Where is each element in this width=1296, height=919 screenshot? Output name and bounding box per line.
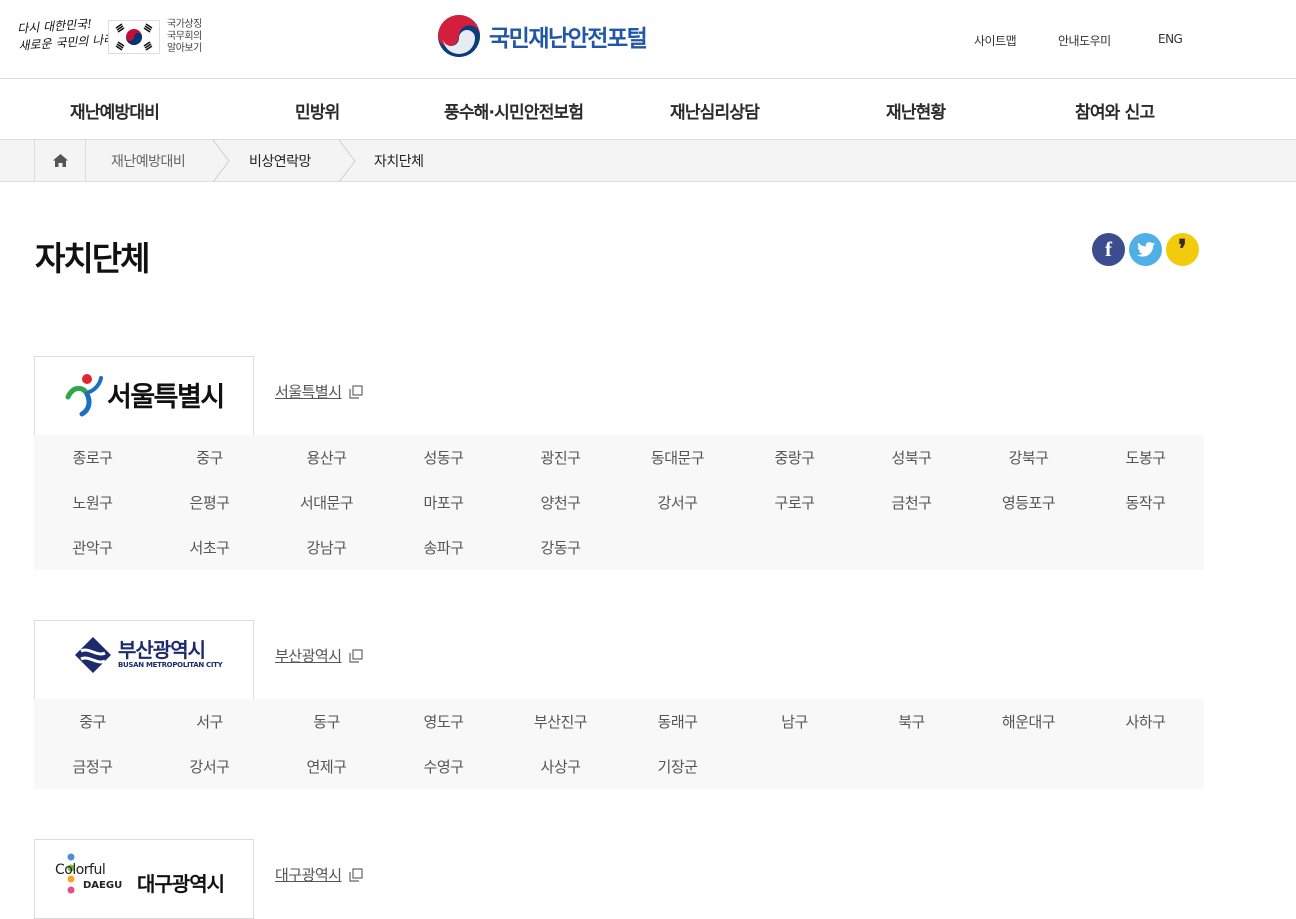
district-link[interactable]: 서구 xyxy=(151,711,268,732)
district-link[interactable]: 북구 xyxy=(853,711,970,732)
district-link[interactable]: 관악구 xyxy=(34,537,151,558)
new-window-icon xyxy=(348,384,363,399)
district-link[interactable]: 용산구 xyxy=(268,447,385,468)
district-link[interactable]: 동작구 xyxy=(1087,492,1204,513)
district-link[interactable]: 기장군 xyxy=(619,756,736,777)
kakao-share-button[interactable]: ❜ xyxy=(1166,233,1199,266)
district-link[interactable]: 중구 xyxy=(151,447,268,468)
chevron-right-icon xyxy=(338,140,356,182)
new-window-icon xyxy=(348,867,363,882)
district-link[interactable]: 사하구 xyxy=(1087,711,1204,732)
district-link[interactable]: 영등포구 xyxy=(970,492,1087,513)
government-emblem-icon xyxy=(438,14,480,57)
busan-symbol-icon xyxy=(75,637,111,673)
busan-logo: 부산광역시 BUSAN METROPOLITAN CITY xyxy=(34,620,254,700)
district-link[interactable]: 강서구 xyxy=(619,492,736,513)
seoul-logo-text: 서울특별시 xyxy=(107,382,225,413)
region-busan: 부산광역시 BUSAN METROPOLITAN CITY 부산광역시 xyxy=(34,620,1204,700)
gnb-civil-defense[interactable]: 민방위 xyxy=(295,98,340,123)
busan-link[interactable]: 부산광역시 xyxy=(275,645,363,666)
district-link[interactable]: 성동구 xyxy=(385,447,502,468)
district-link[interactable]: 강서구 xyxy=(151,756,268,777)
busan-link-label: 부산광역시 xyxy=(275,647,342,665)
seoul-symbol-icon xyxy=(65,374,103,417)
new-window-icon xyxy=(348,648,363,663)
district-link[interactable]: 은평구 xyxy=(151,492,268,513)
english-link[interactable]: ENG xyxy=(1158,32,1183,46)
district-link[interactable]: 강북구 xyxy=(970,447,1087,468)
district-link[interactable]: 금정구 xyxy=(34,756,151,777)
daegu-logo-daegu: DAEGU xyxy=(83,880,123,891)
gnb-disaster-prevention[interactable]: 재난예방대비 xyxy=(70,98,160,123)
district-link[interactable]: 남구 xyxy=(736,711,853,732)
district-link[interactable]: 양천구 xyxy=(502,492,619,513)
portal-logo[interactable]: 국민재난안전포털 xyxy=(437,13,648,58)
district-link[interactable]: 구로구 xyxy=(736,492,853,513)
national-symbol-link[interactable]: 국가상징 국무회의 알아보기 xyxy=(167,19,202,55)
taegukgi-icon[interactable] xyxy=(108,20,160,54)
district-link[interactable]: 종로구 xyxy=(34,447,151,468)
district-link[interactable]: 중구 xyxy=(34,711,151,732)
seoul-link-label: 서울특별시 xyxy=(275,383,342,401)
gnb-psych-counseling[interactable]: 재난심리상담 xyxy=(670,98,760,123)
guide-link[interactable]: 안내도우미 xyxy=(1058,32,1111,49)
district-link[interactable]: 해운대구 xyxy=(970,711,1087,732)
breadcrumb-item-2[interactable]: 비상연락망 xyxy=(249,151,311,171)
district-link[interactable]: 동구 xyxy=(268,711,385,732)
page-title: 자치단체 xyxy=(35,239,150,278)
gnb-insurance[interactable]: 풍수해·시민안전보험 xyxy=(444,98,584,123)
twitter-icon xyxy=(1136,242,1155,257)
district-link[interactable]: 영도구 xyxy=(385,711,502,732)
district-link[interactable]: 서대문구 xyxy=(268,492,385,513)
district-link[interactable]: 노원구 xyxy=(34,492,151,513)
daegu-link[interactable]: 대구광역시 xyxy=(275,864,363,885)
busan-logo-subtext: BUSAN METROPOLITAN CITY xyxy=(118,661,223,669)
chevron-right-icon xyxy=(212,140,230,182)
daegu-logo: Colorful DAEGU 대구광역시 xyxy=(34,839,254,919)
district-link[interactable]: 서초구 xyxy=(151,537,268,558)
top-header: 다시 대한민국! 새로운 국민의 나라 국가상징 국무회의 알아보기 국민재난안… xyxy=(0,0,1296,79)
home-icon[interactable] xyxy=(34,140,86,181)
sitemap-link[interactable]: 사이트맵 xyxy=(974,32,1017,49)
district-link[interactable]: 성북구 xyxy=(853,447,970,468)
district-link[interactable]: 광진구 xyxy=(502,447,619,468)
daegu-logo-text: 대구광역시 xyxy=(137,872,225,896)
busan-district-grid: 중구 서구 동구 영도구 부산진구 동래구 남구 북구 해운대구 사하구금정구 강서구 연제구 수영구 사… xyxy=(34,699,1204,789)
region-seoul: 서울특별시 서울특별시 xyxy=(34,356,1204,436)
district-link[interactable]: 수영구 xyxy=(385,756,502,777)
gnb-disaster-status[interactable]: 재난현황 xyxy=(886,98,946,123)
district-link[interactable]: 금천구 xyxy=(853,492,970,513)
breadcrumb: 재난예방대비 비상연락망 자치단체 xyxy=(0,140,1296,182)
district-link[interactable]: 강동구 xyxy=(502,537,619,558)
breadcrumb-item-1[interactable]: 재난예방대비 xyxy=(111,151,186,171)
daegu-link-label: 대구광역시 xyxy=(275,866,342,884)
district-link[interactable]: 사상구 xyxy=(502,756,619,777)
seoul-link[interactable]: 서울특별시 xyxy=(275,381,363,402)
district-link[interactable]: 연제구 xyxy=(268,756,385,777)
district-link[interactable]: 동대문구 xyxy=(619,447,736,468)
daegu-logo-colorful: Colorful xyxy=(55,862,106,878)
district-link[interactable]: 중랑구 xyxy=(736,447,853,468)
portal-name: 국민재난안전포털 xyxy=(489,25,648,52)
facebook-share-button[interactable]: f xyxy=(1092,233,1125,266)
seoul-district-grid: 종로구 중구 용산구 성동구 광진구 동대문구 중랑구 성북구 강북구 도봉구노원구 은평구 서대문구… xyxy=(34,435,1204,570)
region-daegu: Colorful DAEGU 대구광역시 대구광역시 xyxy=(34,839,1204,919)
breadcrumb-item-3[interactable]: 자치단체 xyxy=(374,151,424,171)
gnb-participation-report[interactable]: 참여와 신고 xyxy=(1075,98,1155,123)
twitter-share-button[interactable] xyxy=(1129,233,1162,266)
district-link[interactable]: 부산진구 xyxy=(502,711,619,732)
district-link[interactable]: 동래구 xyxy=(619,711,736,732)
district-link[interactable]: 강남구 xyxy=(268,537,385,558)
district-link[interactable]: 마포구 xyxy=(385,492,502,513)
district-link[interactable]: 도봉구 xyxy=(1087,447,1204,468)
district-link[interactable]: 송파구 xyxy=(385,537,502,558)
seoul-logo: 서울특별시 xyxy=(34,356,254,436)
busan-logo-text: 부산광역시 xyxy=(118,638,206,662)
slogan[interactable]: 다시 대한민국! 새로운 국민의 나라 xyxy=(17,15,115,61)
main-navigation: 재난예방대비 민방위 풍수해·시민안전보험 재난심리상담 재난현황 참여와 신고 xyxy=(0,80,1296,140)
